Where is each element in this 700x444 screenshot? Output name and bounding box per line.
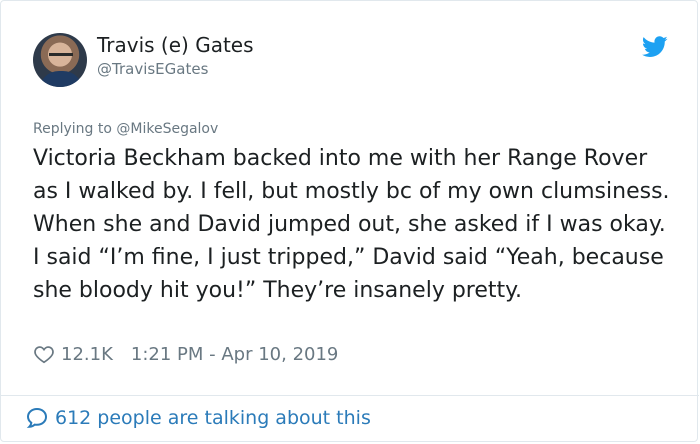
tweet-text: Victoria Beckham backed into me with her… — [33, 146, 670, 303]
author-handle[interactable]: @TravisEGates — [97, 60, 208, 78]
tweet-meta: 12.1K 1:21 PM - Apr 10, 2019 — [33, 343, 338, 365]
speech-bubble-icon — [26, 407, 48, 428]
heart-outline-icon[interactable] — [33, 343, 55, 365]
twitter-bird-icon[interactable] — [642, 36, 668, 58]
tweet-timestamp[interactable]: 1:21 PM - Apr 10, 2019 — [131, 344, 338, 365]
reply-prefix: Replying to — [33, 121, 117, 137]
author-name[interactable]: Travis (e) Gates — [97, 33, 254, 57]
like-count[interactable]: 12.1K — [61, 344, 113, 365]
reply-mention-link[interactable]: @MikeSegalov — [116, 121, 218, 137]
avatar[interactable] — [33, 33, 87, 87]
tweet-card: Travis (e) Gates @TravisEGates Replying … — [0, 0, 699, 442]
avatar-shirt — [39, 71, 83, 87]
conversation-link[interactable]: 612 people are talking about this — [25, 406, 371, 430]
divider — [1, 395, 699, 396]
conversation-count-text[interactable]: 612 people are talking about this — [55, 407, 371, 429]
reply-context: Replying to @MikeSegalov — [33, 121, 218, 137]
avatar-glasses — [49, 53, 73, 63]
